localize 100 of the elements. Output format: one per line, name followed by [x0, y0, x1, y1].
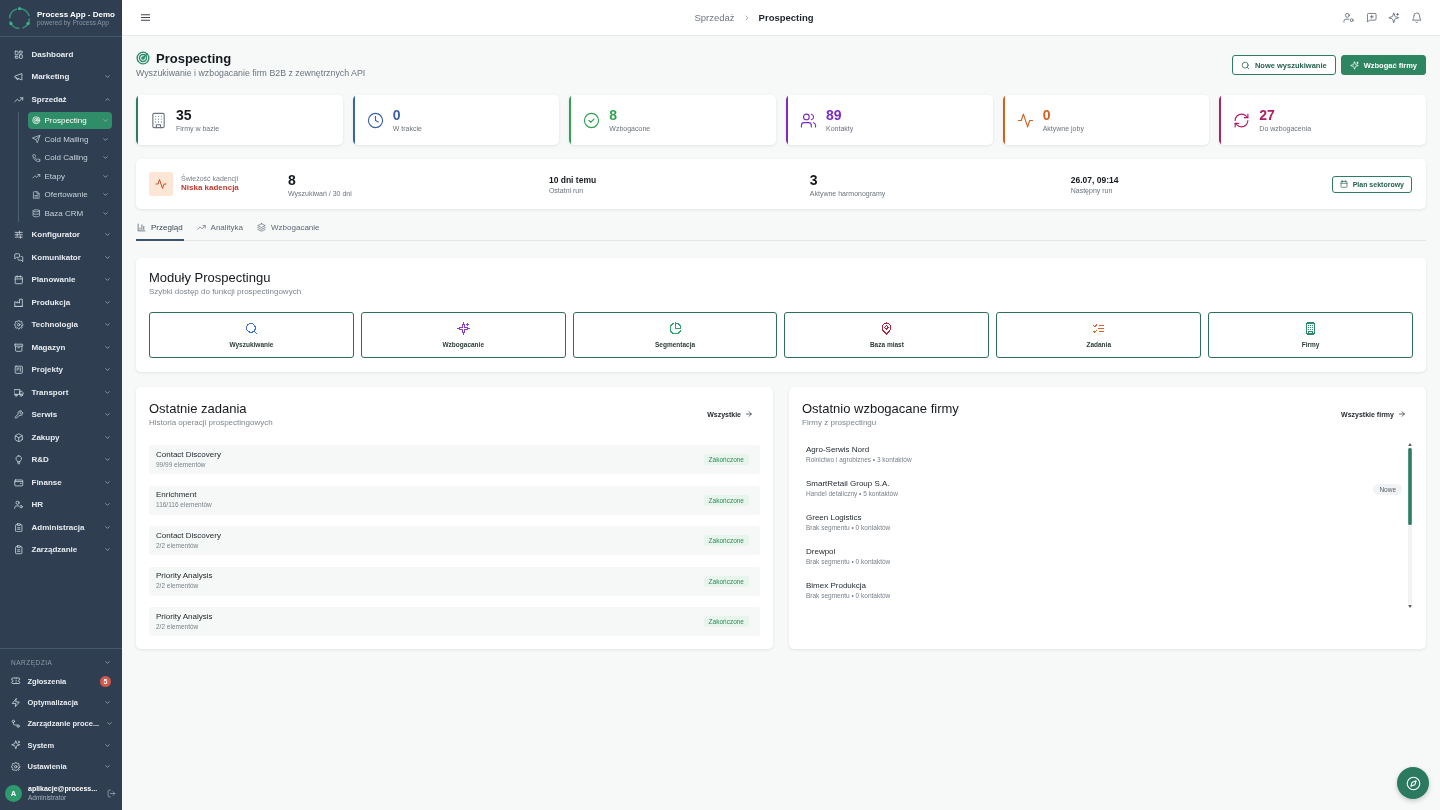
- nav-item[interactable]: Administracja: [0, 516, 122, 539]
- company-name: Green Logistics: [806, 513, 863, 523]
- factory-icon: [14, 297, 24, 308]
- layers-icon: [257, 223, 267, 232]
- nav-item[interactable]: Projekty: [0, 358, 122, 382]
- task-name: Enrichment: [156, 490, 198, 500]
- megaphone-icon: [14, 72, 24, 82]
- archive-icon: [14, 342, 24, 353]
- nav-item[interactable]: Komunikator: [0, 246, 122, 269]
- card-title: Ostatnie zadania: [149, 400, 248, 417]
- breadcrumb-link[interactable]: Prospecting: [758, 12, 814, 23]
- metric-value: 10 dni temu: [548, 174, 598, 186]
- chevron-down-icon[interactable]: [104, 659, 111, 666]
- gear-icon: [11, 761, 21, 772]
- nav-subitem[interactable]: Etapy: [28, 167, 112, 185]
- nav-item[interactable]: Zakupy: [0, 426, 122, 449]
- search-icon: [1240, 60, 1250, 70]
- arrow-right-icon: [745, 410, 753, 418]
- menu-icon[interactable]: [140, 12, 151, 23]
- nav-subitem[interactable]: Cold Calling: [28, 149, 112, 167]
- card-title: Ostatnio wzbogacane firmy: [802, 400, 959, 417]
- company-name: SmartRetail Group S.A.: [806, 479, 891, 489]
- nav-subitem[interactable]: Prospecting: [28, 112, 112, 130]
- tab[interactable]: Przegląd: [136, 220, 184, 241]
- page-subtitle: Wyszukiwanie i wzbogacanie firm B2B z zewnętrznych API: [136, 68, 366, 79]
- nav-item[interactable]: Technologia: [0, 313, 122, 337]
- arrow-right-icon: [1398, 410, 1406, 418]
- metric-value: 26.07, 09:14: [1070, 174, 1120, 186]
- lightning-icon: [11, 697, 21, 708]
- nav-item[interactable]: R&D: [0, 448, 122, 472]
- sparkles-icon[interactable]: [1388, 11, 1400, 24]
- nav-subitem[interactable]: Ofertowanie: [28, 186, 112, 204]
- floating-action-button[interactable]: [1397, 767, 1429, 799]
- app-logo: [7, 5, 32, 31]
- tab[interactable]: Analityka: [195, 220, 245, 241]
- nav-item[interactable]: Magazyn: [0, 336, 122, 359]
- stat-value: 35: [176, 106, 193, 124]
- metric-value: 8: [288, 171, 297, 188]
- metric-value: 3: [809, 171, 819, 188]
- sparkles-icon: [1349, 60, 1359, 70]
- compass-icon: [1405, 775, 1421, 791]
- card-subtitle: Historia operacji prospectingowych: [149, 417, 273, 428]
- building-icon: [150, 111, 167, 129]
- board-icon: [14, 365, 24, 375]
- nav-item[interactable]: Finanse: [0, 471, 122, 494]
- breadcrumb-link[interactable]: Sprzedaż: [694, 12, 735, 23]
- clipboard-icon: [14, 545, 24, 555]
- nav-item[interactable]: Konfigurator: [0, 223, 122, 247]
- trend-line-icon: [196, 223, 206, 232]
- nav-item[interactable]: Transport: [0, 381, 122, 404]
- wrench-icon: [14, 410, 24, 420]
- phone-icon: [32, 153, 41, 163]
- lightbulb-icon: [14, 455, 24, 465]
- grid-icon: [14, 49, 24, 59]
- stat-value: 8: [609, 106, 619, 124]
- database-icon: [32, 209, 41, 218]
- nav-item[interactable]: Zarządzanie: [0, 538, 122, 562]
- stat-value: 0: [392, 106, 402, 124]
- card-title: Moduły Prospectingu: [149, 269, 272, 286]
- sparkles-icon: [11, 740, 21, 750]
- scrollbar[interactable]: [1407, 442, 1413, 609]
- nav-item[interactable]: Produkcja: [0, 291, 122, 314]
- nav-item[interactable]: Planowanie: [0, 268, 122, 292]
- trend-line-icon: [14, 94, 24, 104]
- sliders-icon: [14, 230, 24, 240]
- bar-chart-icon: [137, 223, 146, 232]
- calendar-icon: [1339, 180, 1348, 188]
- logout-icon[interactable]: [107, 789, 116, 798]
- company-name: Bimex Produkcja: [806, 581, 868, 591]
- wallet-icon: [14, 477, 24, 488]
- chat-plus-icon[interactable]: [1365, 11, 1377, 24]
- tab[interactable]: Wzbogacanie: [256, 220, 321, 241]
- target-icon: [136, 51, 150, 65]
- person-icon[interactable]: [1343, 11, 1355, 24]
- nav-subitem[interactable]: Cold Mailing: [28, 130, 112, 148]
- refresh-icon: [1233, 111, 1251, 129]
- company-name: Agro-Serwis Nord: [806, 445, 871, 455]
- nav-item[interactable]: Sprzedaż: [0, 88, 122, 111]
- nav-item[interactable]: HR: [0, 493, 122, 517]
- nav-item[interactable]: Marketing: [0, 65, 122, 88]
- nav-subitem[interactable]: Baza CRM: [28, 205, 112, 223]
- send-icon: [32, 134, 41, 144]
- workflow-icon: [11, 719, 21, 729]
- bell-icon[interactable]: [1410, 11, 1422, 24]
- users-icon: [800, 111, 817, 129]
- task-name: Contact Discovery: [156, 449, 221, 460]
- nav-item[interactable]: Dashboard: [0, 43, 122, 66]
- card-subtitle: Szybki dostęp do funkcji prospectingowych: [149, 286, 303, 297]
- truck-icon: [14, 387, 24, 398]
- task-name: Priority Analysis: [156, 611, 213, 622]
- document-icon: [32, 190, 41, 200]
- trend-line-icon: [32, 172, 41, 181]
- nav-item[interactable]: Serwis: [0, 403, 122, 427]
- clock-icon: [366, 111, 384, 129]
- task-name: Priority Analysis: [156, 571, 213, 581]
- stat-value: 27: [1259, 106, 1276, 124]
- stat-value: 0: [1042, 106, 1052, 124]
- cadence-status: Niska kadencja: [181, 183, 239, 194]
- gear-icon: [14, 320, 24, 330]
- calendar-icon: [14, 275, 24, 285]
